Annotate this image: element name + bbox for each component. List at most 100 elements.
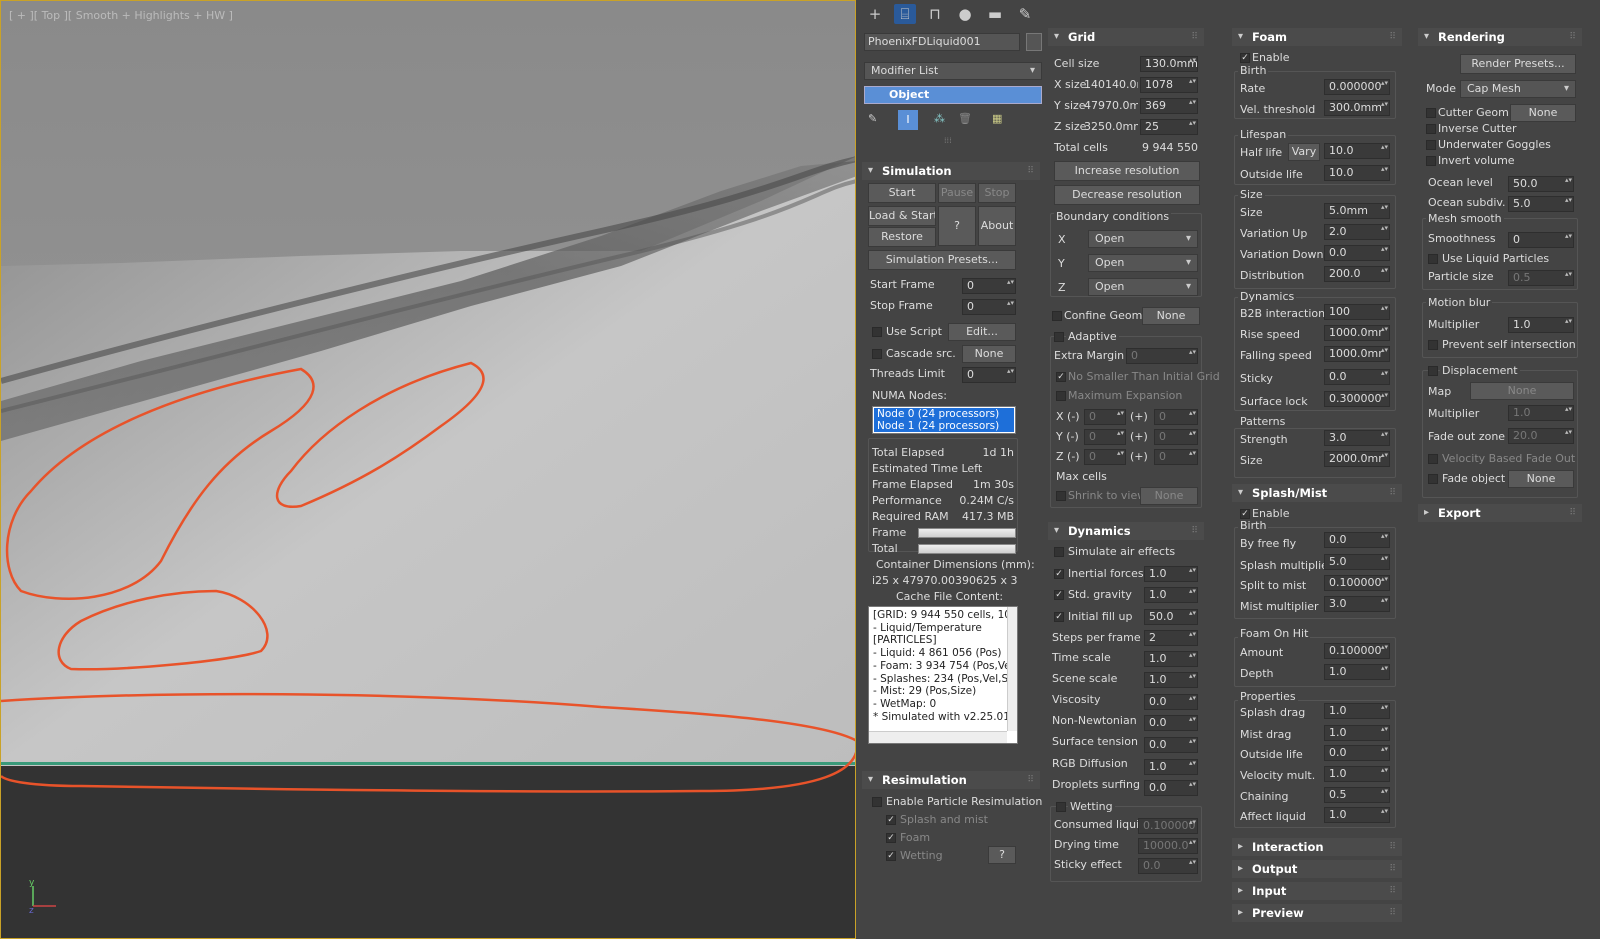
fade-object-checkbox[interactable] xyxy=(1428,474,1438,484)
modifier-list-dropdown[interactable]: Modifier List xyxy=(864,62,1042,80)
variation-up-spinner[interactable]: 2.0 xyxy=(1324,224,1390,240)
prevent-self-intersection-checkbox[interactable] xyxy=(1428,340,1438,350)
simulate-air-checkbox[interactable] xyxy=(1054,547,1064,557)
wetting-checkbox[interactable] xyxy=(1056,802,1066,812)
splash-drag-spinner[interactable]: 1.0 xyxy=(1324,703,1390,719)
remove-modifier-icon[interactable]: 🗑 xyxy=(958,112,972,125)
variation-down-spinner[interactable]: 0.0 xyxy=(1324,245,1390,261)
configure-modifier-sets-icon[interactable]: ▦ xyxy=(992,112,1002,125)
foam-enable-checkbox[interactable]: ✓ xyxy=(1240,53,1250,63)
time-scale-spinner[interactable]: 1.0 xyxy=(1144,651,1198,667)
vertical-scrollbar[interactable] xyxy=(1007,607,1017,731)
interaction-rollout-header[interactable]: Interaction⠿ xyxy=(1232,838,1402,856)
droplets-surfing-spinner[interactable]: 0.0 xyxy=(1144,780,1198,796)
z-plus-spinner[interactable]: 0 xyxy=(1154,449,1198,465)
confine-geom-checkbox[interactable] xyxy=(1052,311,1062,321)
simulation-presets-button[interactable]: Simulation Presets... xyxy=(868,250,1016,270)
particle-size-spinner[interactable]: 0.5 xyxy=(1508,270,1574,286)
initial-fill-checkbox[interactable]: ✓ xyxy=(1054,612,1064,622)
numa-node-1[interactable]: Node 1 (24 processors) xyxy=(874,420,1014,432)
vary-button[interactable]: Vary xyxy=(1288,143,1320,161)
std-gravity-spinner[interactable]: 1.0 xyxy=(1144,587,1198,603)
x-plus-spinner[interactable]: 0 xyxy=(1154,409,1198,425)
splash-mist-rollout-header[interactable]: Splash/Mist⠿ xyxy=(1232,484,1402,502)
show-end-result-icon[interactable]: I xyxy=(898,110,918,130)
create-tab-icon[interactable]: + xyxy=(864,4,886,24)
depth-spinner[interactable]: 1.0 xyxy=(1324,664,1390,680)
y-plus-spinner[interactable]: 0 xyxy=(1154,429,1198,445)
b2b-spinner[interactable]: 100 xyxy=(1324,304,1390,320)
displacement-checkbox[interactable] xyxy=(1428,366,1438,376)
cascade-source-button[interactable]: None xyxy=(962,345,1016,363)
z-cells-spinner[interactable]: 25 xyxy=(1140,119,1198,135)
boundary-y-dropdown[interactable]: Open xyxy=(1088,254,1198,272)
initial-fill-spinner[interactable]: 50.0 xyxy=(1144,609,1198,625)
output-rollout-header[interactable]: Output⠿ xyxy=(1232,860,1402,878)
stop-button[interactable]: Stop xyxy=(978,183,1016,203)
motion-tab-icon[interactable]: ● xyxy=(954,4,976,24)
half-life-spinner[interactable]: 10.0 xyxy=(1324,143,1390,159)
steps-per-frame-spinner[interactable]: 2 xyxy=(1144,630,1198,646)
render-mode-dropdown[interactable]: Cap Mesh xyxy=(1460,80,1576,98)
edit-script-button[interactable]: Edit... xyxy=(948,323,1016,341)
cutter-geom-button[interactable]: None xyxy=(1510,104,1576,122)
motion-blur-multiplier-spinner[interactable]: 1.0 xyxy=(1508,317,1574,333)
viewport-label[interactable]: [ + ][ Top ][ Smooth + Highlights + HW ] xyxy=(9,9,233,22)
rendering-rollout-header[interactable]: Rendering⠿ xyxy=(1418,28,1582,46)
splash-multiplier-spinner[interactable]: 5.0 xyxy=(1324,554,1390,570)
load-start-button[interactable]: Load & Start xyxy=(868,206,936,226)
numa-node-0[interactable]: Node 0 (24 processors) xyxy=(874,408,1014,420)
simulation-rollout-header[interactable]: Simulation⠿ xyxy=(862,162,1040,180)
displacement-multiplier-spinner[interactable]: 1.0 xyxy=(1508,405,1574,421)
resim-help-button[interactable]: ? xyxy=(988,846,1016,864)
modifier-stack-object[interactable]: Object xyxy=(864,86,1042,104)
increase-resolution-button[interactable]: Increase resolution xyxy=(1054,161,1200,181)
decrease-resolution-button[interactable]: Decrease resolution xyxy=(1054,185,1200,205)
y-cells-spinner[interactable]: 369 xyxy=(1140,98,1198,114)
pause-button[interactable]: Pause xyxy=(938,183,976,203)
scene-scale-spinner[interactable]: 1.0 xyxy=(1144,672,1198,688)
confine-geom-button[interactable]: None xyxy=(1142,307,1200,325)
foam-rollout-header[interactable]: Foam⠿ xyxy=(1232,28,1402,46)
ocean-level-spinner[interactable]: 50.0 xyxy=(1508,176,1574,192)
grid-rollout-header[interactable]: Grid⠿ xyxy=(1048,28,1204,46)
shrink-to-view-button[interactable]: None xyxy=(1140,487,1198,505)
utilities-tab-icon[interactable]: ✎ xyxy=(1014,4,1036,24)
viscosity-spinner[interactable]: 0.0 xyxy=(1144,694,1198,710)
extra-margin-spinner[interactable]: 0 xyxy=(1126,348,1198,364)
export-rollout-header[interactable]: Export⠿ xyxy=(1418,504,1582,522)
shrink-to-view-checkbox[interactable] xyxy=(1056,491,1066,501)
rise-speed-spinner[interactable]: 1000.0mr xyxy=(1324,325,1390,341)
underwater-goggles-checkbox[interactable] xyxy=(1426,140,1436,150)
std-gravity-checkbox[interactable]: ✓ xyxy=(1054,590,1064,600)
numa-nodes-list[interactable]: Node 0 (24 processors) Node 1 (24 proces… xyxy=(872,406,1016,434)
fade-out-zone-spinner[interactable]: 20.0 xyxy=(1508,428,1574,444)
velocity-fade-checkbox[interactable] xyxy=(1428,454,1438,464)
threads-limit-spinner[interactable]: 0 xyxy=(962,367,1016,383)
smoothness-spinner[interactable]: 0 xyxy=(1508,232,1574,248)
invert-volume-checkbox[interactable] xyxy=(1426,156,1436,166)
split-to-mist-spinner[interactable]: 0.100000 xyxy=(1324,575,1390,591)
use-script-checkbox[interactable] xyxy=(872,327,882,337)
distribution-spinner[interactable]: 200.0 xyxy=(1324,266,1390,282)
drying-time-spinner[interactable]: 10000.0 xyxy=(1138,838,1198,854)
resize-grip-icon[interactable]: ⁞⁞⁞ xyxy=(944,136,952,145)
foam-rate-spinner[interactable]: 0.000000 xyxy=(1324,79,1390,95)
help-button[interactable]: ? xyxy=(938,206,976,246)
object-color-swatch[interactable] xyxy=(1026,33,1042,51)
enable-resim-checkbox[interactable] xyxy=(872,797,882,807)
resim-wetting-checkbox[interactable]: ✓ xyxy=(886,851,896,861)
inertial-forces-checkbox[interactable]: ✓ xyxy=(1054,569,1064,579)
no-smaller-checkbox[interactable]: ✓ xyxy=(1056,372,1066,382)
pattern-strength-spinner[interactable]: 3.0 xyxy=(1324,430,1390,446)
foam-sticky-spinner[interactable]: 0.0 xyxy=(1324,369,1390,385)
modify-tab-icon[interactable]: ⌸ xyxy=(894,4,916,24)
affect-liquid-spinner[interactable]: 1.0 xyxy=(1324,807,1390,823)
splash-outside-life-spinner[interactable]: 0.0 xyxy=(1324,745,1390,761)
hierarchy-tab-icon[interactable]: ⊓ xyxy=(924,4,946,24)
chaining-spinner[interactable]: 0.5 xyxy=(1324,787,1390,803)
boundary-x-dropdown[interactable]: Open xyxy=(1088,230,1198,248)
by-free-fly-spinner[interactable]: 0.0 xyxy=(1324,532,1390,548)
inverse-cutter-checkbox[interactable] xyxy=(1426,124,1436,134)
display-tab-icon[interactable]: ▬ xyxy=(984,4,1006,24)
